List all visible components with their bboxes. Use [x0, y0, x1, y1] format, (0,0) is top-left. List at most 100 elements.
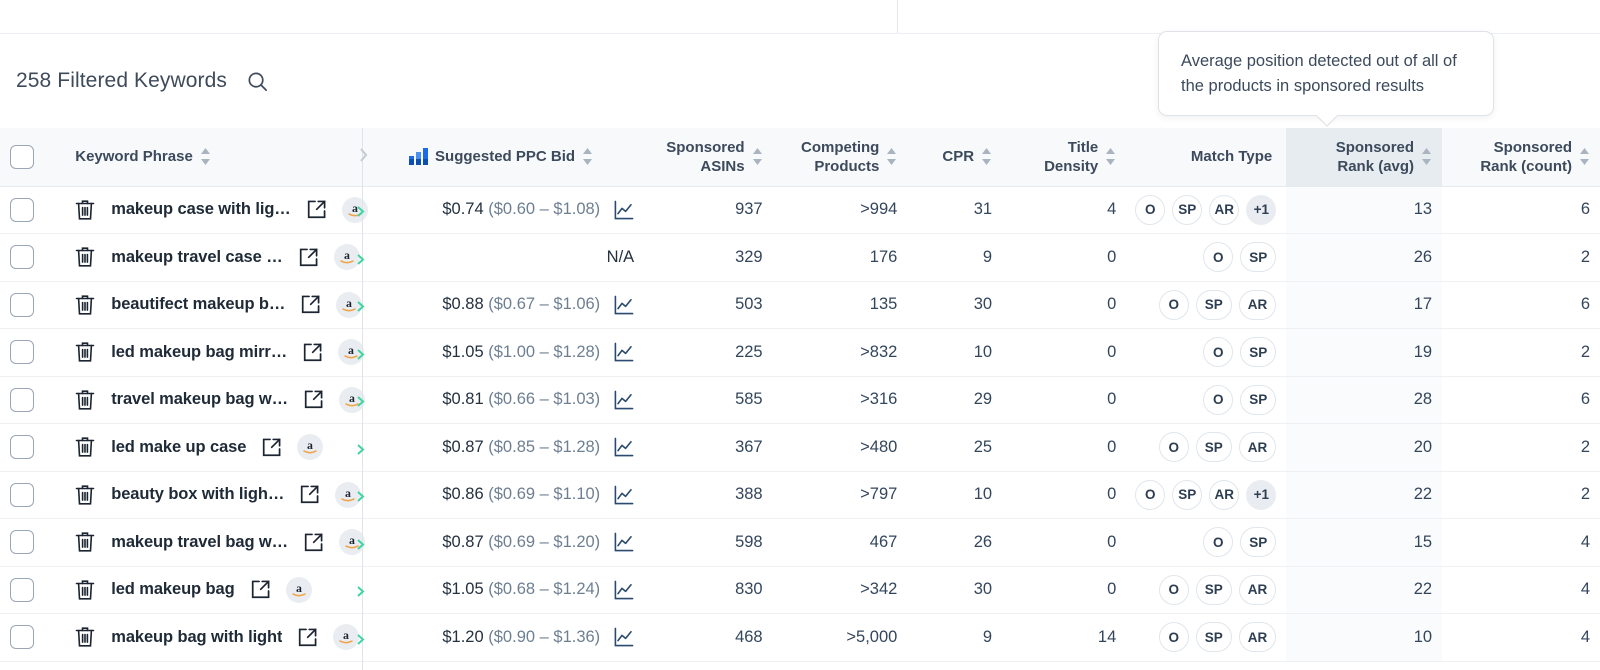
external-link-icon[interactable] — [298, 628, 317, 647]
trend-chart-icon[interactable] — [614, 437, 634, 457]
match-type-badge[interactable]: SP — [1240, 385, 1276, 415]
match-type-badge[interactable]: SP — [1196, 622, 1232, 652]
match-type-badge[interactable]: AR — [1239, 432, 1277, 462]
external-link-icon[interactable] — [304, 390, 323, 409]
delete-icon[interactable] — [75, 341, 95, 363]
match-type-badge[interactable]: O — [1203, 337, 1233, 367]
external-link-icon[interactable] — [262, 438, 281, 457]
match-type-badge[interactable]: SP — [1196, 432, 1232, 462]
amazon-link-icon[interactable]: a — [335, 482, 361, 508]
amazon-link-icon[interactable]: a — [297, 434, 323, 460]
match-type-badge[interactable]: O — [1203, 242, 1233, 272]
match-type-badge[interactable]: SP — [1240, 527, 1276, 557]
amazon-link-icon[interactable]: a — [342, 197, 368, 223]
sort-icon[interactable] — [886, 148, 897, 165]
delete-icon[interactable] — [75, 199, 95, 221]
match-type-badge[interactable]: AR — [1209, 195, 1239, 225]
row-checkbox[interactable] — [10, 340, 34, 364]
match-type-badge[interactable]: SP — [1172, 480, 1202, 510]
th-cpr[interactable]: CPR — [907, 128, 1002, 186]
delete-icon[interactable] — [75, 626, 95, 648]
match-type-badge[interactable]: SP — [1240, 337, 1276, 367]
match-type-badge[interactable]: O — [1203, 527, 1233, 557]
match-type-badge[interactable]: O — [1203, 385, 1233, 415]
row-checkbox[interactable] — [10, 293, 34, 317]
table-row[interactable]: makeup travel bag w…a$0.87 ($0.69 – $1.2… — [0, 519, 1600, 567]
match-type-badge[interactable]: O — [1135, 195, 1165, 225]
table-row[interactable]: led makeup bag mirr…a$1.05 ($1.00 – $1.2… — [0, 329, 1600, 377]
delete-icon[interactable] — [75, 294, 95, 316]
th-competing-products[interactable]: Competing Products — [773, 128, 908, 186]
external-link-icon[interactable] — [251, 580, 270, 599]
delete-icon[interactable] — [75, 389, 95, 411]
match-type-badge[interactable]: SP — [1240, 242, 1276, 272]
match-type-badge[interactable]: AR — [1239, 622, 1277, 652]
sort-icon[interactable] — [1105, 148, 1116, 165]
th-title-density[interactable]: Title Density — [1002, 128, 1126, 186]
sort-icon[interactable] — [200, 148, 211, 165]
row-checkbox[interactable] — [10, 625, 34, 649]
row-checkbox[interactable] — [10, 198, 34, 222]
external-link-icon[interactable] — [307, 200, 326, 219]
match-type-badge[interactable]: +1 — [1246, 195, 1276, 225]
trend-chart-icon[interactable] — [614, 580, 634, 600]
delete-icon[interactable] — [75, 484, 95, 506]
th-sponsored-rank-avg[interactable]: Sponsored Rank (avg) — [1286, 128, 1442, 186]
match-type-badge[interactable]: O — [1159, 575, 1189, 605]
row-checkbox[interactable] — [10, 435, 34, 459]
row-checkbox[interactable] — [10, 483, 34, 507]
keyword-table-container[interactable]: Keyword Phrase — [0, 128, 1600, 670]
trend-chart-icon[interactable] — [614, 342, 634, 362]
search-icon[interactable] — [244, 68, 270, 94]
row-checkbox[interactable] — [10, 245, 34, 269]
th-sponsored-asins[interactable]: Sponsored ASINs — [644, 128, 772, 186]
sort-icon[interactable] — [582, 148, 593, 165]
match-type-badge[interactable]: SP — [1172, 195, 1202, 225]
external-link-icon[interactable] — [303, 343, 322, 362]
match-type-badge[interactable]: AR — [1239, 290, 1277, 320]
trend-chart-icon[interactable] — [614, 532, 634, 552]
table-row[interactable]: beautifect makeup b…a$0.88 ($0.67 – $1.0… — [0, 281, 1600, 329]
row-checkbox[interactable] — [10, 578, 34, 602]
table-row[interactable]: beauty box with ligh…a$0.86 ($0.69 – $1.… — [0, 471, 1600, 519]
table-row[interactable]: makeup bag with lighta$1.20 ($0.90 – $1.… — [0, 614, 1600, 662]
sort-icon[interactable] — [752, 148, 763, 165]
external-link-icon[interactable] — [301, 295, 320, 314]
table-row[interactable]: makeup travel case …aN/A32917690OSP262 — [0, 234, 1600, 282]
amazon-link-icon[interactable]: a — [334, 244, 360, 270]
match-type-badge[interactable]: SP — [1196, 575, 1232, 605]
row-checkbox[interactable] — [10, 388, 34, 412]
trend-chart-icon[interactable] — [614, 200, 634, 220]
sort-icon[interactable] — [1579, 148, 1590, 165]
amazon-link-icon[interactable]: a — [336, 292, 362, 318]
match-type-badge[interactable]: O — [1159, 432, 1189, 462]
amazon-link-icon[interactable]: a — [286, 577, 312, 603]
trend-chart-icon[interactable] — [614, 390, 634, 410]
match-type-badge[interactable]: +1 — [1246, 480, 1276, 510]
match-type-badge[interactable]: O — [1135, 480, 1165, 510]
external-link-icon[interactable] — [299, 248, 318, 267]
external-link-icon[interactable] — [300, 485, 319, 504]
amazon-link-icon[interactable]: a — [338, 339, 364, 365]
delete-icon[interactable] — [75, 246, 95, 268]
table-row[interactable]: led makeup baga$1.05 ($0.68 – $1.24)830>… — [0, 566, 1600, 614]
select-all-checkbox[interactable] — [10, 145, 34, 169]
trend-chart-icon[interactable] — [614, 627, 634, 647]
match-type-badge[interactable]: O — [1159, 290, 1189, 320]
amazon-link-icon[interactable]: a — [339, 387, 365, 413]
trend-chart-icon[interactable] — [614, 295, 634, 315]
delete-icon[interactable] — [75, 579, 95, 601]
delete-icon[interactable] — [75, 531, 95, 553]
sort-icon[interactable] — [981, 148, 992, 165]
amazon-link-icon[interactable]: a — [333, 624, 359, 650]
trend-chart-icon[interactable] — [614, 485, 634, 505]
sort-icon[interactable] — [1421, 148, 1432, 165]
match-type-badge[interactable]: SP — [1196, 290, 1232, 320]
match-type-badge[interactable]: O — [1159, 622, 1189, 652]
th-suggested-ppc-bid[interactable]: Suggested PPC Bid — [381, 128, 644, 186]
table-row[interactable]: led make up casea$0.87 ($0.85 – $1.28)36… — [0, 424, 1600, 472]
match-type-badge[interactable]: AR — [1209, 480, 1239, 510]
row-checkbox[interactable] — [10, 530, 34, 554]
amazon-link-icon[interactable]: a — [339, 529, 365, 555]
th-keyword-phrase[interactable]: Keyword Phrase — [65, 128, 381, 186]
